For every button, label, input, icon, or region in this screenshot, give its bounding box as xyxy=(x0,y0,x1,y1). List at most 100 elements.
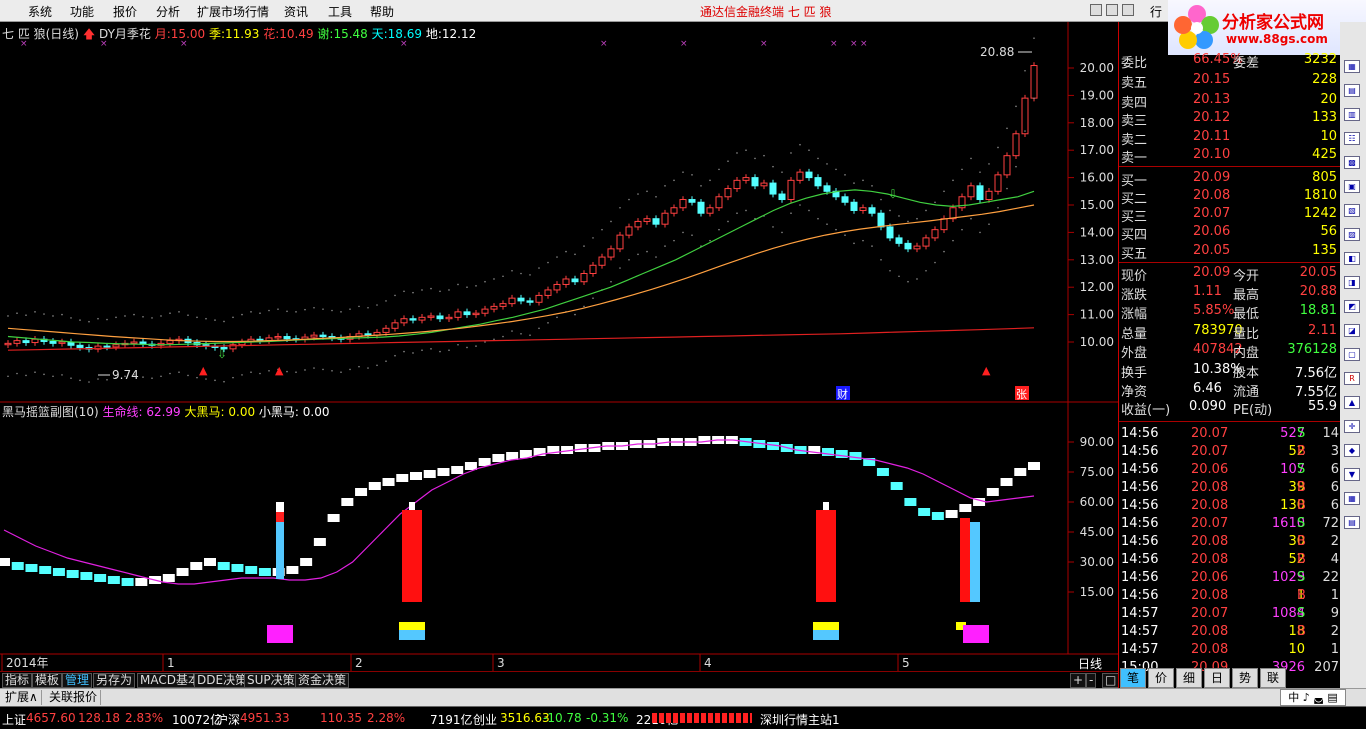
tab-fund[interactable]: 资金决策 xyxy=(295,673,350,688)
tool-icon-18[interactable]: ▼ xyxy=(1344,468,1360,481)
tool-icon-5[interactable]: ▩ xyxy=(1344,156,1360,169)
layout-button[interactable]: □ xyxy=(1102,673,1120,688)
ime-indicator[interactable]: 中 ♪ ◛ ▤ xyxy=(1280,689,1346,706)
tool-icon-16[interactable]: ✛ xyxy=(1344,420,1360,433)
signal-base-magenta xyxy=(267,625,293,643)
signal-base-blue xyxy=(399,630,425,640)
indicator-name[interactable]: DY月季花 xyxy=(99,27,151,41)
quote-value-2: 376128 xyxy=(1287,342,1337,357)
candle-body xyxy=(913,245,921,250)
menu-analysis[interactable]: 分析 xyxy=(156,3,180,20)
zoom-out-button[interactable]: - xyxy=(1086,673,1097,688)
lower-band-dot xyxy=(349,368,351,371)
tool-icon-1[interactable]: ▦ xyxy=(1344,60,1360,73)
sub-indicator-name[interactable]: 黑马摇篮副图(10) xyxy=(2,405,99,419)
lower-band-dot xyxy=(430,348,432,350)
low-price-label: 9.74 xyxy=(112,368,139,382)
tool-icon-3[interactable]: ▥ xyxy=(1344,108,1360,121)
trade-side: S xyxy=(1297,570,1306,585)
upper-band-dot xyxy=(961,168,963,171)
tab-indicator[interactable]: 指标 xyxy=(2,673,33,688)
menu-help[interactable]: 帮助 xyxy=(370,3,394,20)
upper-band-dot xyxy=(439,290,441,293)
tool-icon-2[interactable]: ▤ xyxy=(1344,84,1360,97)
side-tab[interactable]: 势 xyxy=(1232,668,1258,688)
tool-icon-6[interactable]: ▣ xyxy=(1344,180,1360,193)
quote-side-panel: 委比 66.45% 委差 3232 卖五 20.15 228 卖四 20.13 20 卖三 20.12… xyxy=(1118,22,1341,688)
side-tab[interactable]: 价 xyxy=(1148,668,1174,688)
side-tab[interactable]: 日 xyxy=(1204,668,1230,688)
lower-band-dot xyxy=(484,341,486,343)
zoom-in-button[interactable]: + xyxy=(1070,673,1087,688)
candle-body xyxy=(427,315,435,318)
menu-function[interactable]: 功能 xyxy=(70,3,94,20)
menu-system[interactable]: 系统 xyxy=(28,3,52,20)
rsi-icon[interactable]: R xyxy=(1344,372,1360,385)
stock-chart-area[interactable]: 20.88 9.74 ▲ ▲ ▲ ⇩ ⇩ 财张 × × × × × × × × × × 20.00 19.00 18.… xyxy=(0,22,1118,688)
upper-band-dot xyxy=(790,152,792,154)
trade-side: S xyxy=(1297,516,1306,531)
upper-band-dot xyxy=(223,320,225,323)
tab-template[interactable]: 模板 xyxy=(32,673,63,688)
candle-body xyxy=(670,207,678,214)
x-tick-label: 5 xyxy=(902,656,910,670)
side-tab[interactable]: 联 xyxy=(1260,668,1286,688)
quote-value: 5.85% xyxy=(1193,303,1235,318)
restore-icon[interactable] xyxy=(1106,4,1118,16)
sub-tick-label: 45.00 xyxy=(1080,525,1114,539)
tab-manage[interactable]: 管理 xyxy=(62,673,93,688)
tool-icon-15[interactable]: ▲ xyxy=(1344,396,1360,409)
tab-extend[interactable]: 扩展∧ xyxy=(2,690,42,705)
upper-band-dot xyxy=(61,313,63,316)
quote-label: 委比 xyxy=(1121,56,1148,71)
menu-tools[interactable]: 工具 xyxy=(328,3,352,20)
candle-body xyxy=(544,289,552,296)
lower-band-dot xyxy=(673,239,675,242)
upper-band-dot xyxy=(376,304,378,306)
candle-body xyxy=(49,340,57,344)
upper-band-dot xyxy=(322,308,324,310)
menu-quote[interactable]: 报价 xyxy=(113,3,137,20)
side-tab[interactable]: 细 xyxy=(1176,668,1202,688)
quote-value-2: 228 xyxy=(1312,72,1337,87)
lower-band-dot xyxy=(889,269,891,272)
status-item[interactable]: 深圳行情主站1 xyxy=(760,711,840,728)
quote-row: 卖三 20.12 133 xyxy=(1119,110,1341,129)
tool-icon-10[interactable]: ◨ xyxy=(1344,276,1360,289)
tool-icon-20[interactable]: ▤ xyxy=(1344,516,1360,529)
close-icon[interactable] xyxy=(1122,4,1134,16)
minimize-icon[interactable] xyxy=(1090,4,1102,16)
tool-icon-19[interactable]: ▦ xyxy=(1344,492,1360,505)
tool-icon-7[interactable]: ▧ xyxy=(1344,204,1360,217)
side-tab[interactable]: 笔 xyxy=(1120,668,1146,688)
period-label[interactable]: 日线 xyxy=(1078,655,1102,672)
tab-save-as[interactable]: 另存为 xyxy=(93,673,136,688)
lower-band-dot xyxy=(718,228,720,231)
price-tick-label: 12.00 xyxy=(1080,280,1114,294)
status-bar: 上证 4657.60 128.18 2.83% 10072亿 沪深 4951.33 110.3… xyxy=(0,706,1366,729)
menu-extended-market[interactable]: 扩展市场行情 xyxy=(197,3,269,20)
tab-sup[interactable]: SUP决策 xyxy=(244,673,298,688)
tool-icon-11[interactable]: ◩ xyxy=(1344,300,1360,313)
tool-icon-17[interactable]: ◆ xyxy=(1344,444,1360,457)
quote-label: 总量 xyxy=(1121,327,1148,342)
lower-band-dot xyxy=(241,374,243,376)
tool-icon-8[interactable]: ▨ xyxy=(1344,228,1360,241)
tab-dde[interactable]: DDE决策 xyxy=(194,673,251,688)
tool-icon-13[interactable]: ▢ xyxy=(1344,348,1360,361)
upper-band-dot xyxy=(358,305,360,308)
candle-body xyxy=(436,315,444,320)
upper-band-dot xyxy=(124,315,126,317)
main-field-value: 15.48 xyxy=(333,27,372,41)
tool-icon-12[interactable]: ◪ xyxy=(1344,324,1360,337)
quote-label-2: PE(动) xyxy=(1233,403,1273,418)
signal-column-segment xyxy=(409,502,415,510)
tab-related-quote[interactable]: 关联报价 xyxy=(46,690,102,705)
candle-body xyxy=(481,308,489,314)
momentum-block xyxy=(204,558,216,566)
tool-icon-9[interactable]: ◧ xyxy=(1344,252,1360,265)
lower-band-dot xyxy=(304,369,306,371)
tool-icon-4[interactable]: ☷ xyxy=(1344,132,1360,145)
upper-band-dot xyxy=(133,313,135,316)
menu-news[interactable]: 资讯 xyxy=(284,3,308,20)
